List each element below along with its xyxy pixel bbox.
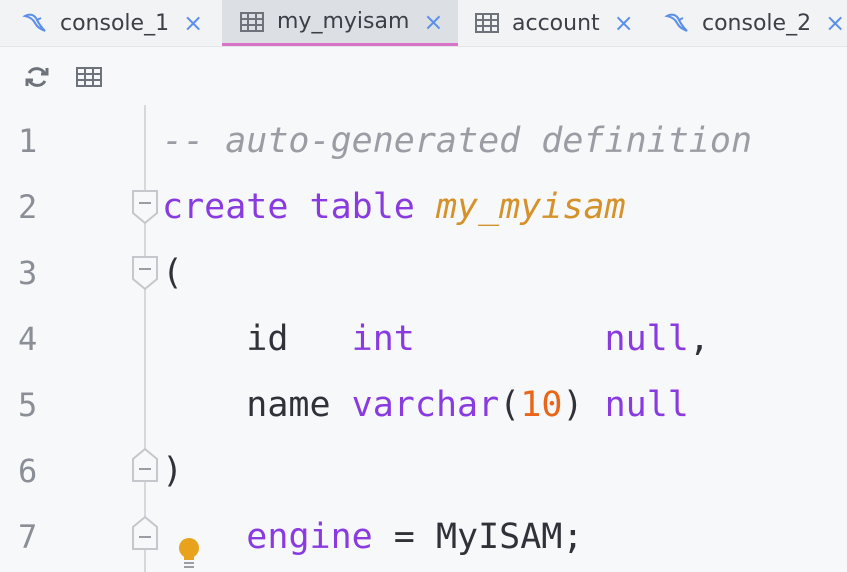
close-icon[interactable]: ×: [825, 11, 845, 35]
code-token: (: [499, 385, 521, 425]
tab-label: my_myisam: [277, 9, 410, 34]
line-number: 6: [18, 452, 38, 490]
tab-console-1[interactable]: console_1 ×: [22, 0, 222, 46]
mysql-console-icon: [22, 10, 48, 36]
fold-end-icon[interactable]: [131, 515, 159, 551]
tab-console-2[interactable]: console_2 ×: [664, 0, 847, 46]
tab-label: console_1: [60, 10, 170, 36]
tab-label: account: [512, 10, 600, 36]
code-token: int: [351, 319, 415, 359]
code-line[interactable]: -- auto-generated definition: [162, 121, 752, 161]
line-number: 7: [18, 518, 38, 556]
tab-account[interactable]: account ×: [458, 0, 648, 46]
tab-my-myisam[interactable]: my_myisam ×: [222, 0, 458, 46]
refresh-button[interactable]: [22, 62, 52, 92]
tab-bar: console_1 × my_myisam × account × consol…: [0, 0, 847, 47]
tab-label: console_2: [702, 10, 812, 36]
code-token: null: [604, 385, 689, 425]
mysql-console-icon: [664, 10, 690, 36]
fold-collapse-icon[interactable]: [131, 189, 159, 225]
close-icon[interactable]: ×: [423, 10, 443, 34]
close-icon[interactable]: ×: [183, 11, 203, 35]
code-token: = MyISAM;: [372, 517, 584, 557]
table-icon: [474, 10, 500, 36]
code-token: (: [162, 253, 184, 293]
code-token: ): [562, 385, 605, 425]
code-token: engine: [246, 517, 373, 557]
code-line[interactable]: ): [162, 451, 183, 491]
code-token: ,: [688, 319, 710, 359]
line-number: 4: [18, 320, 38, 358]
code-token: -- auto-generated definition: [162, 121, 753, 161]
code-token: null: [604, 319, 689, 359]
line-number: 2: [18, 188, 38, 226]
close-icon[interactable]: ×: [614, 11, 634, 35]
table-icon: [76, 67, 102, 87]
line-number: 1: [18, 122, 38, 160]
table-view-button[interactable]: [74, 62, 104, 92]
code-line[interactable]: engine = MyISAM;: [162, 517, 583, 557]
code-editor[interactable]: 1 2 3 4 5 6 7 -- auto-generated definiti…: [0, 105, 847, 572]
code-line[interactable]: (: [162, 253, 183, 293]
line-number: 5: [18, 386, 38, 424]
code-token: ): [162, 451, 184, 491]
table-icon: [239, 9, 265, 35]
fold-collapse-icon[interactable]: [131, 255, 159, 291]
gutter-divider: [144, 105, 146, 572]
code-line[interactable]: name varchar(10) null: [162, 385, 689, 425]
code-token: create table: [162, 187, 436, 227]
code-token: id: [162, 319, 352, 359]
code-token: 10: [520, 385, 563, 425]
code-token: my_myisam: [435, 187, 626, 227]
refresh-icon: [25, 67, 49, 87]
fold-end-icon[interactable]: [131, 447, 159, 483]
code-token: varchar: [351, 385, 500, 425]
line-number: 3: [18, 254, 38, 292]
code-token: name: [162, 385, 352, 425]
code-line[interactable]: create table my_myisam: [162, 187, 626, 227]
code-line[interactable]: id int null,: [162, 319, 710, 359]
editor-toolbar: [0, 47, 847, 105]
